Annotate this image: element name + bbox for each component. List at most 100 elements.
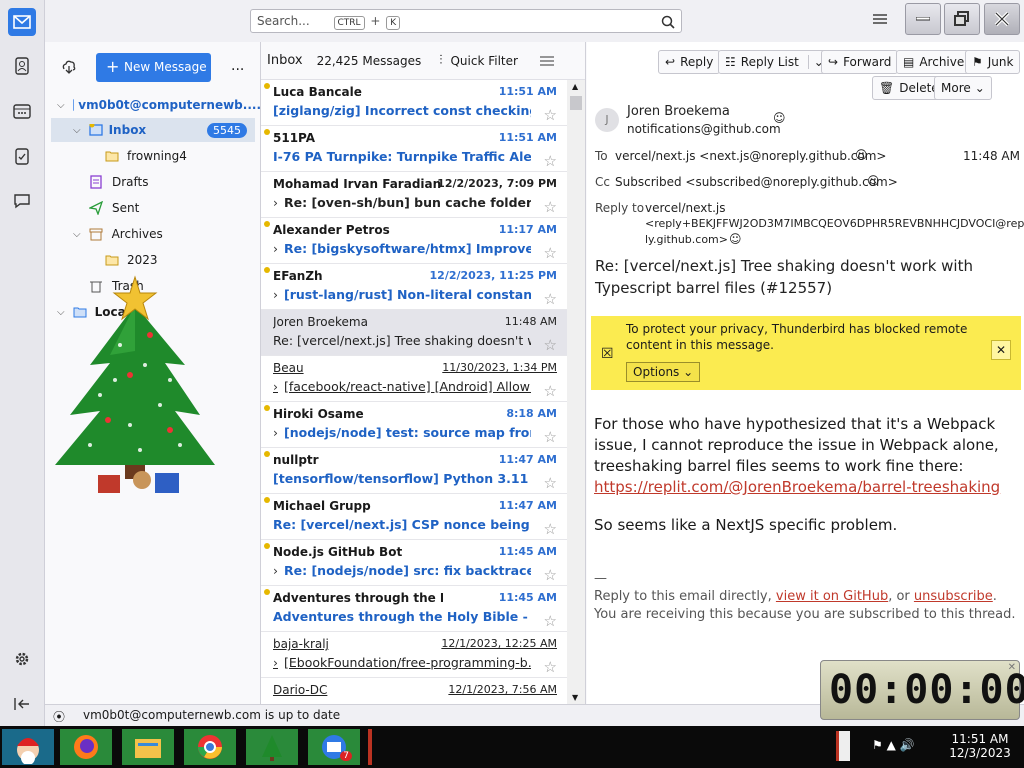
tray-icons[interactable]: ⚑ ▲ 🔊 (872, 738, 915, 752)
quick-filter-icon: ⫶ (439, 53, 443, 68)
contact-icon[interactable]: ☺ (855, 148, 868, 162)
show-desktop-area[interactable] (836, 731, 850, 761)
stopwatch-widget[interactable]: 00:00:00 ✕ (820, 660, 1024, 720)
message-row[interactable]: Beau 11/30/2023, 1:34 PM › [facebook/react-… (261, 356, 568, 402)
collapse-sidebar-icon[interactable] (8, 690, 36, 718)
scroll-down-icon[interactable]: ▼ (572, 693, 578, 702)
star-icon[interactable]: ☆ (544, 474, 557, 492)
close-icon (994, 11, 1010, 27)
reply-chevron-icon: › (273, 241, 278, 256)
star-icon[interactable]: ☆ (544, 658, 557, 676)
reply-to-line2[interactable]: <reply+BEKJFFWJ2OD3M7IMBCQEOV6DPHR5REVBN… (645, 217, 1024, 230)
message-row[interactable]: Luca Bancale 11:51 AM [ziglang/zig] Incorr… (261, 80, 568, 126)
folder-drafts[interactable]: Drafts (45, 170, 261, 194)
reply-list-button[interactable]: ☷ Reply List ⌄ (718, 50, 828, 74)
firefox-icon (74, 735, 98, 759)
minimize-button[interactable] (905, 3, 941, 35)
contact-icon[interactable]: ☺ (729, 232, 742, 246)
taskbar-xmas-tree[interactable] (246, 729, 298, 765)
taskbar-file-explorer[interactable] (122, 729, 174, 765)
taskbar-chrome[interactable] (184, 729, 236, 765)
archive-button[interactable]: ▤ Archive (896, 50, 972, 74)
contact-icon[interactable]: ☺ (773, 111, 786, 125)
scroll-thumb[interactable] (570, 96, 582, 110)
star-icon[interactable]: ☆ (544, 198, 557, 216)
star-icon[interactable]: ☆ (544, 428, 557, 446)
message-row[interactable]: Adventures through the Holy Bible 11:45 A… (261, 586, 568, 632)
body-link[interactable]: https://replit.com/@JorenBroekema/barrel… (594, 478, 1000, 496)
more-button[interactable]: More ⌄ (934, 76, 992, 100)
options-button[interactable]: Options ⌄ (626, 362, 701, 382)
from-email[interactable]: notifications@github.com (627, 122, 781, 136)
reply-to-line1[interactable]: vercel/next.js (645, 201, 726, 215)
maximize-button[interactable] (944, 3, 980, 35)
get-messages-icon[interactable] (61, 59, 77, 78)
close-window-button[interactable] (984, 3, 1020, 35)
new-message-button[interactable]: + New Message (96, 53, 211, 82)
message-row[interactable]: Mohamad Irvan Faradian 12/2/2023, 7:09 PM… (261, 172, 568, 218)
cc-value[interactable]: Subscribed <subscribed@noreply.github.co… (615, 175, 898, 189)
reply-button[interactable]: ↩ Reply (658, 50, 721, 74)
chat-icon[interactable] (8, 187, 36, 215)
row-sender: Hiroki Osame (273, 407, 364, 421)
close-notice-button[interactable]: ✕ (991, 340, 1011, 360)
message-row[interactable]: EFanZh 12/2/2023, 11:25 PM › [rust-lang/rus… (261, 264, 568, 310)
mail-icon[interactable] (8, 8, 36, 36)
widget-close-icon[interactable]: ✕ (1008, 662, 1016, 673)
settings-gear-icon[interactable] (8, 645, 36, 673)
folder-sent[interactable]: Sent (45, 196, 261, 220)
from-name[interactable]: Joren Broekema (627, 104, 730, 119)
view-on-github-link[interactable]: view it on GitHub (776, 589, 888, 604)
message-row[interactable]: Alexander Petros 11:17 AM › Re: [bigskysoft… (261, 218, 568, 264)
star-icon[interactable]: ☆ (544, 336, 557, 354)
star-icon[interactable]: ☆ (544, 244, 557, 262)
contact-icon[interactable]: ☺ (867, 174, 880, 188)
star-icon[interactable]: ☆ (544, 152, 557, 170)
list-display-options-icon[interactable] (539, 55, 554, 67)
folder-inbox[interactable]: ⌵ Inbox 5545 (51, 118, 255, 142)
star-icon[interactable]: ☆ (544, 520, 557, 538)
message-row[interactable]: nullptr 11:47 AM [tensorflow/tensorflow] P… (261, 448, 568, 494)
calendar-icon[interactable] (8, 97, 36, 125)
footer-text: , or (888, 589, 914, 604)
signature-dash: — (594, 571, 607, 586)
message-row[interactable]: Joren Broekema 11:48 AM Re: [vercel/next.j… (261, 310, 568, 356)
online-status-icon[interactable]: ⦿ (53, 708, 65, 725)
account-row[interactable]: ⌵ vm0b0t@computernewb.... (45, 93, 261, 117)
tasks-icon[interactable] (8, 142, 36, 170)
to-value[interactable]: vercel/next.js <next.js@noreply.github.c… (615, 149, 887, 163)
stopwatch-time: 00:00:00 (829, 667, 1024, 713)
row-subject-text: I-76 PA Turnpike: Turnpike Traffic Alert… (273, 149, 531, 164)
message-row[interactable]: Michael Grupp 11:47 AM Re: [vercel/next.js… (261, 494, 568, 540)
forward-button[interactable]: ↪ Forward (821, 50, 899, 74)
taskbar-firefox[interactable] (60, 729, 112, 765)
star-icon[interactable]: ☆ (544, 106, 557, 124)
folder-pane-menu-button[interactable]: ... (231, 58, 244, 74)
app-menu-icon[interactable] (873, 13, 887, 28)
scroll-up-icon[interactable]: ▲ (572, 82, 578, 91)
reply-to-line3[interactable]: ly.github.com> (645, 233, 728, 246)
status-text: vm0b0t@computernewb.com is up to date (83, 708, 341, 722)
row-date: 11/30/2023, 1:34 PM (442, 361, 557, 374)
unsubscribe-link[interactable]: unsubscribe (914, 589, 993, 604)
address-book-icon[interactable] (8, 52, 36, 80)
search-input[interactable]: Search... CTRL + K (250, 9, 682, 33)
message-row[interactable]: baja-kralj 12/1/2023, 12:25 AM › [EbookFoun… (261, 632, 568, 678)
row-subject: I-76 PA Turnpike: Turnpike Traffic Alert… (273, 149, 531, 164)
star-icon[interactable]: ☆ (544, 612, 557, 630)
message-row[interactable]: Node.js GitHub Bot 11:45 AM › Re: [nodejs/n… (261, 540, 568, 586)
scrollbar[interactable]: ▲ ▼ (567, 80, 585, 704)
star-icon[interactable]: ☆ (544, 290, 557, 308)
taskbar-clock[interactable]: 11:51 AM 12/3/2023 (940, 732, 1020, 760)
taskbar-thunderbird[interactable]: 7 (308, 729, 360, 765)
message-row[interactable]: 511PA 11:51 AM I-76 PA Turnpike: Turnpike … (261, 126, 568, 172)
folder-archives[interactable]: ⌵ Archives (45, 222, 261, 246)
junk-button[interactable]: ⚑ Junk (965, 50, 1021, 74)
message-row[interactable]: Dario-DC12/1/2023, 7:56 AM☆ (261, 678, 568, 704)
folder-frowning4[interactable]: frowning4 (45, 144, 261, 168)
start-button[interactable] (2, 729, 54, 765)
quick-filter-button[interactable]: Quick Filter (450, 54, 517, 68)
star-icon[interactable]: ☆ (544, 382, 557, 400)
message-row[interactable]: Hiroki Osame 8:18 AM › [nodejs/node] test: … (261, 402, 568, 448)
star-icon[interactable]: ☆ (544, 566, 557, 584)
